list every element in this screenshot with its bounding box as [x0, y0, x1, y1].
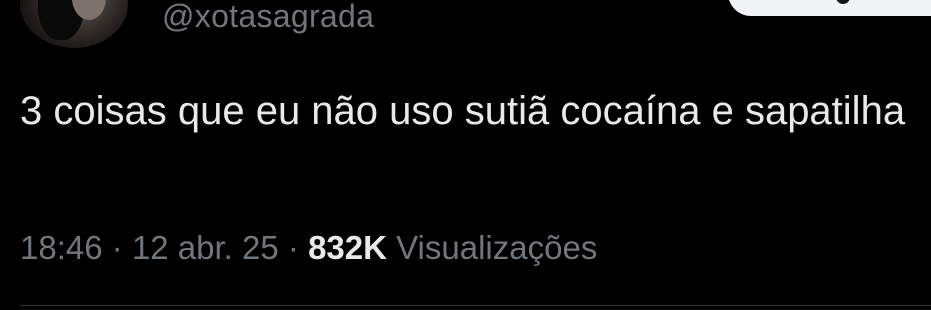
views-label: Visualizações [396, 229, 598, 266]
tweet-meta: 18:46 · 12 abr. 25 · 832K Visualizações [20, 225, 597, 271]
divider [20, 305, 931, 306]
tweet-date[interactable]: 12 abr. 25 [132, 229, 279, 266]
tweet-time[interactable]: 18:46 [20, 229, 103, 266]
user-handle[interactable]: @xotasagrada [162, 0, 374, 36]
follow-button[interactable] [728, 0, 931, 16]
meta-separator: · [287, 229, 299, 266]
meta-separator: · [111, 229, 123, 266]
views-count: 832K [308, 229, 387, 266]
tweet-text: 3 coisas que eu não uso sutiã cocaína e … [20, 89, 906, 133]
avatar[interactable] [20, 0, 128, 48]
follow-button-glyph [836, 0, 850, 4]
